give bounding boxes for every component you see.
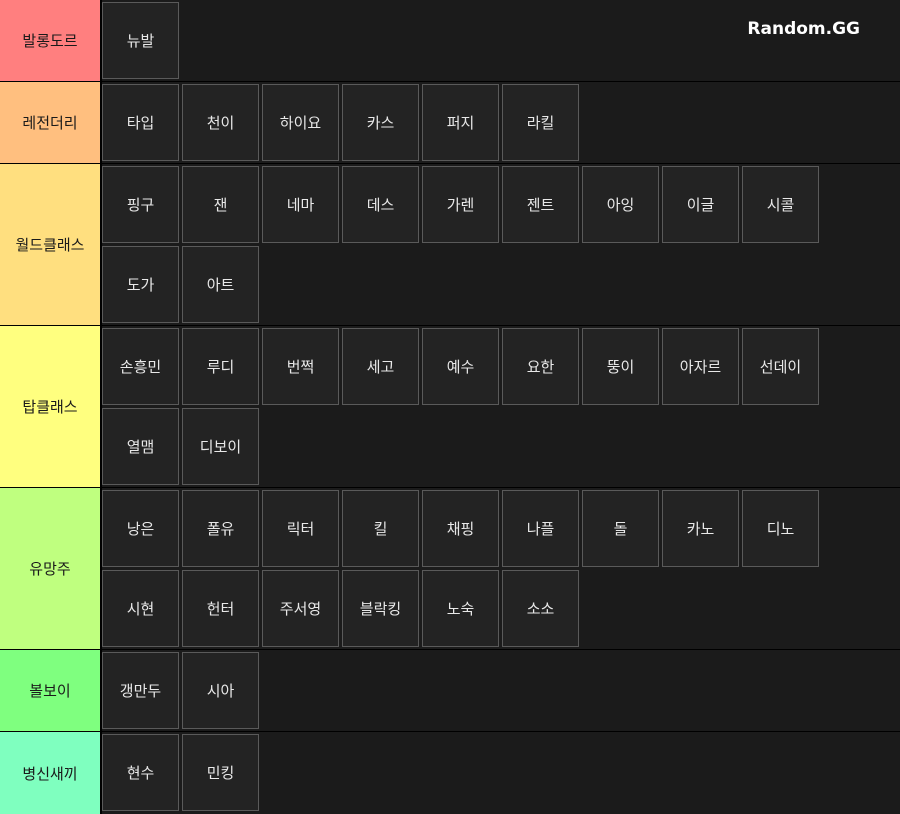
tier-label[interactable]: 병신새끼 <box>0 732 100 814</box>
tier-label[interactable]: 월드클래스 <box>0 164 100 325</box>
tier-item[interactable]: 뚱이 <box>582 328 659 405</box>
tier-item[interactable]: 현수 <box>102 734 179 811</box>
tier-item[interactable]: 도가 <box>102 246 179 323</box>
tier-row-0: 발롱도르 뉴발 <box>0 0 900 81</box>
tier-item[interactable]: 카스 <box>342 84 419 161</box>
tier-item[interactable]: 헌터 <box>182 570 259 647</box>
tier-items[interactable]: 낭은 폴유 릭터 킬 채핑 나플 돌 카노 디노 시현 헌터 주서영 블락킹 노… <box>102 488 900 649</box>
tier-item[interactable]: 번쩍 <box>262 328 339 405</box>
tier-item[interactable]: 시현 <box>102 570 179 647</box>
tier-item[interactable]: 젠트 <box>502 166 579 243</box>
tier-items[interactable]: 손흥민 루디 번쩍 세고 예수 요한 뚱이 아자르 선데이 열맴 디보이 <box>102 326 900 487</box>
tier-row-6: 병신새끼 현수 민킹 <box>0 732 900 814</box>
tier-item[interactable]: 돌 <box>582 490 659 567</box>
tier-item[interactable]: 이글 <box>662 166 739 243</box>
tier-row-1: 레전더리 타입 천이 하이요 카스 퍼지 라킬 <box>0 82 900 163</box>
tier-item[interactable]: 나플 <box>502 490 579 567</box>
tier-item[interactable]: 낭은 <box>102 490 179 567</box>
tier-item[interactable]: 노숙 <box>422 570 499 647</box>
tier-list: 발롱도르 뉴발 레전더리 타입 천이 하이요 카스 퍼지 라킬 월드클래스 핑구… <box>0 0 900 814</box>
tier-item[interactable]: 민킹 <box>182 734 259 811</box>
tier-item[interactable]: 열맴 <box>102 408 179 485</box>
tier-row-3: 탑클래스 손흥민 루디 번쩍 세고 예수 요한 뚱이 아자르 선데이 열맴 디보… <box>0 326 900 487</box>
tier-item[interactable]: 예수 <box>422 328 499 405</box>
tier-items[interactable]: 타입 천이 하이요 카스 퍼지 라킬 <box>102 82 900 163</box>
tier-item[interactable]: 천이 <box>182 84 259 161</box>
tier-item[interactable]: 아자르 <box>662 328 739 405</box>
tier-item[interactable]: 채핑 <box>422 490 499 567</box>
tier-item[interactable]: 퍼지 <box>422 84 499 161</box>
tier-item[interactable]: 손흥민 <box>102 328 179 405</box>
tier-row-5: 볼보이 갱만두 시아 <box>0 650 900 731</box>
tier-item[interactable]: 블락킹 <box>342 570 419 647</box>
tier-items[interactable]: 핑구 잰 네마 데스 가렌 젠트 아잉 이글 시콜 도가 아트 <box>102 164 900 325</box>
tier-items[interactable]: 갱만두 시아 <box>102 650 900 731</box>
tier-label[interactable]: 탑클래스 <box>0 326 100 487</box>
tier-item[interactable]: 폴유 <box>182 490 259 567</box>
tier-item[interactable]: 시아 <box>182 652 259 729</box>
watermark-logo: Random.GG <box>747 19 860 39</box>
tier-item[interactable]: 세고 <box>342 328 419 405</box>
tier-item[interactable]: 네마 <box>262 166 339 243</box>
tier-row-2: 월드클래스 핑구 잰 네마 데스 가렌 젠트 아잉 이글 시콜 도가 아트 <box>0 164 900 325</box>
tier-item[interactable]: 루디 <box>182 328 259 405</box>
tier-items[interactable]: 현수 민킹 <box>102 732 900 814</box>
tier-item[interactable]: 잰 <box>182 166 259 243</box>
tier-item[interactable]: 갱만두 <box>102 652 179 729</box>
tier-item[interactable]: 요한 <box>502 328 579 405</box>
tier-item[interactable]: 선데이 <box>742 328 819 405</box>
tier-item[interactable]: 주서영 <box>262 570 339 647</box>
tier-item[interactable]: 핑구 <box>102 166 179 243</box>
tier-item[interactable]: 하이요 <box>262 84 339 161</box>
tier-item[interactable]: 타입 <box>102 84 179 161</box>
tier-item[interactable]: 가렌 <box>422 166 499 243</box>
tier-item[interactable]: 아잉 <box>582 166 659 243</box>
tier-item[interactable]: 뉴발 <box>102 2 179 79</box>
tier-row-4: 유망주 낭은 폴유 릭터 킬 채핑 나플 돌 카노 디노 시현 헌터 주서영 블… <box>0 488 900 649</box>
tier-item[interactable]: 소소 <box>502 570 579 647</box>
tier-item[interactable]: 디노 <box>742 490 819 567</box>
tier-label[interactable]: 발롱도르 <box>0 0 100 81</box>
tier-label[interactable]: 유망주 <box>0 488 100 649</box>
tier-item[interactable]: 디보이 <box>182 408 259 485</box>
tier-item[interactable]: 시콜 <box>742 166 819 243</box>
tier-item[interactable]: 카노 <box>662 490 739 567</box>
tier-item[interactable]: 라킬 <box>502 84 579 161</box>
tier-label[interactable]: 볼보이 <box>0 650 100 731</box>
tier-item[interactable]: 아트 <box>182 246 259 323</box>
tier-label[interactable]: 레전더리 <box>0 82 100 163</box>
tier-item[interactable]: 데스 <box>342 166 419 243</box>
tier-items[interactable]: 뉴발 <box>102 0 900 81</box>
tier-item[interactable]: 킬 <box>342 490 419 567</box>
tier-item[interactable]: 릭터 <box>262 490 339 567</box>
